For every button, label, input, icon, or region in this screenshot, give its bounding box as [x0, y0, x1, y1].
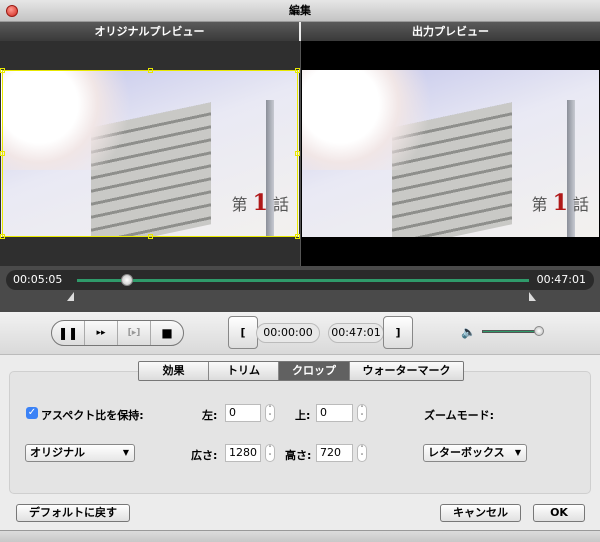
tab-effects[interactable]: 効果: [139, 362, 209, 380]
set-start-button[interactable]: [: [228, 316, 258, 349]
playback-controls: ❚❚ ▸▸ [▸] ■: [51, 320, 184, 346]
clip-icon[interactable]: [▸]: [118, 321, 151, 345]
crop-handle[interactable]: [0, 234, 5, 239]
keep-aspect-label: アスペクト比を保持:: [41, 409, 144, 422]
ok-button[interactable]: OK: [533, 504, 585, 522]
output-preview-header: 出力プレビュー: [301, 22, 600, 41]
zoom-mode-label: ズームモード:: [424, 409, 495, 422]
set-end-button[interactable]: ]: [383, 316, 413, 349]
end-time-field[interactable]: 00:47:01: [328, 323, 384, 343]
output-preview: 第 1 話: [300, 41, 600, 266]
original-preview-header: オリジナルプレビュー: [0, 22, 299, 41]
keep-aspect-checkbox[interactable]: ✓: [26, 407, 38, 419]
tab-crop[interactable]: クロップ: [279, 362, 350, 380]
stop-icon[interactable]: ■: [151, 321, 183, 345]
left-stepper[interactable]: ˄ ˅: [265, 404, 275, 422]
timeline-knob[interactable]: [120, 274, 133, 286]
close-button[interactable]: [6, 5, 18, 17]
trim-end-marker[interactable]: [529, 292, 536, 301]
reset-default-button[interactable]: デフォルトに戻す: [16, 504, 130, 522]
total-time: 00:47:01: [536, 273, 586, 286]
tab-watermark[interactable]: ウォーターマーク: [350, 362, 463, 380]
volume-slider[interactable]: [482, 330, 542, 333]
crop-handle[interactable]: [295, 234, 300, 239]
left-label: 左:: [202, 409, 218, 422]
start-time-field[interactable]: 00:00:00: [256, 323, 320, 343]
timeline-bar[interactable]: 00:05:05 00:47:01: [6, 270, 594, 290]
title-bar: 編集: [0, 0, 600, 22]
width-label: 広さ:: [191, 449, 218, 462]
left-input[interactable]: 0: [225, 404, 261, 422]
crop-handle[interactable]: [148, 68, 153, 73]
top-input[interactable]: 0: [316, 404, 353, 422]
height-label: 高さ:: [285, 449, 312, 462]
chevron-down-icon: ▼: [122, 448, 129, 457]
crop-handle[interactable]: [295, 151, 300, 156]
width-input[interactable]: 1280: [225, 444, 261, 462]
tab-bar: 効果 トリム クロップ ウォーターマーク: [138, 361, 464, 381]
top-stepper[interactable]: ˄ ˅: [357, 404, 367, 422]
timeline-track[interactable]: [77, 279, 529, 282]
video-caption: 第 1 話: [531, 190, 589, 216]
volume-knob[interactable]: [534, 326, 544, 336]
crop-handle[interactable]: [148, 234, 153, 239]
height-input[interactable]: 720: [316, 444, 353, 462]
settings-panel: [9, 371, 591, 494]
bottom-strip: [0, 530, 600, 542]
fast-forward-icon[interactable]: ▸▸: [85, 321, 118, 345]
zoom-mode-select[interactable]: レターボックス ▼: [423, 444, 527, 462]
crop-handle[interactable]: [0, 151, 5, 156]
height-stepper[interactable]: ˄ ˅: [357, 444, 367, 462]
current-time: 00:05:05: [13, 273, 63, 286]
top-label: 上:: [295, 409, 311, 422]
tab-trim[interactable]: トリム: [209, 362, 279, 380]
pause-icon[interactable]: ❚❚: [52, 321, 85, 345]
output-video-frame: 第 1 話: [302, 70, 599, 237]
crop-box[interactable]: [0, 68, 300, 239]
crop-handle[interactable]: [0, 68, 5, 73]
width-stepper[interactable]: ˄ ˅: [265, 444, 275, 462]
aspect-ratio-select[interactable]: オリジナル ▼: [25, 444, 135, 462]
chevron-down-icon: ▼: [514, 448, 521, 457]
volume-icon[interactable]: 🔈: [461, 325, 476, 339]
trim-start-marker[interactable]: [67, 292, 74, 301]
crop-handle[interactable]: [295, 68, 300, 73]
cancel-button[interactable]: キャンセル: [440, 504, 521, 522]
